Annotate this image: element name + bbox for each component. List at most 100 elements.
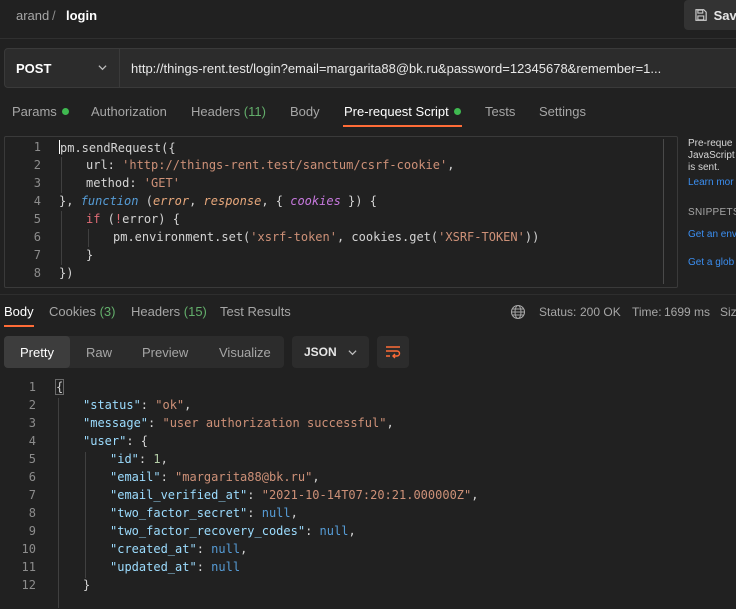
json-value: null	[261, 506, 291, 520]
status-value[interactable]: 200 OK	[580, 305, 621, 319]
time-value[interactable]: 1699 ms	[664, 305, 710, 319]
json-key: "email"	[110, 470, 161, 484]
code-token: ))	[524, 230, 540, 244]
status-dot	[453, 108, 461, 115]
tab-params-label: Params	[12, 104, 57, 119]
active-tab-indicator	[343, 125, 462, 127]
help-text: is sent.	[688, 162, 720, 173]
time-label: Time:	[632, 305, 662, 319]
wrap-lines-icon	[386, 346, 401, 359]
tab-params[interactable]: Params	[12, 104, 69, 119]
code-token: pm.sendRequest({	[60, 141, 176, 155]
code-token: if	[86, 212, 101, 226]
line-number: 2	[33, 158, 41, 172]
view-raw[interactable]: Raw	[86, 336, 112, 368]
json-key: "updated_at"	[110, 560, 197, 574]
snippet-link[interactable]: Get a glob	[688, 257, 736, 269]
line-number: 8	[28, 506, 36, 520]
json-key: "id"	[110, 452, 139, 466]
status-label: Status:	[539, 305, 577, 319]
format-select[interactable]: JSON	[292, 336, 369, 368]
code-line: pm.sendRequest({	[59, 140, 176, 155]
tab-headers-label: Headers	[191, 104, 241, 119]
method-select[interactable]: POST	[4, 48, 120, 88]
json-key: "created_at"	[110, 542, 197, 556]
wrap-lines-button[interactable]	[377, 336, 409, 368]
tab-headers-label: Headers	[131, 304, 181, 319]
tab-response-headers[interactable]: Headers (15)	[131, 304, 207, 319]
status-dot	[61, 108, 69, 115]
tab-cookies-label: Cookies	[49, 304, 96, 319]
line-number: 3	[33, 176, 41, 190]
json-value: null	[319, 524, 349, 538]
line-number: 10	[21, 542, 36, 556]
top-bar: arand / login Save	[0, 0, 736, 36]
help-text: JavaScript	[688, 150, 735, 161]
code-token: ,	[189, 194, 204, 208]
line-number: 8	[33, 266, 41, 280]
snippet-link[interactable]: Get an env	[688, 229, 736, 241]
line-number: 5	[33, 212, 41, 226]
response-body-viewer[interactable]: 1 2 3 4 5 6 7 8 9 10 11 12 { "status": "…	[0, 378, 736, 609]
code-token: }) {	[340, 194, 377, 208]
json-value: null	[211, 560, 241, 574]
json-key: "user"	[83, 434, 127, 448]
breadcrumb-request-name[interactable]: login	[66, 8, 97, 23]
line-number: 4	[33, 194, 41, 208]
tab-body[interactable]: Body	[290, 104, 320, 119]
code-token: url:	[86, 158, 123, 172]
line-number: 7	[33, 248, 41, 262]
indent-guide	[61, 211, 62, 265]
json-line: {	[54, 379, 65, 395]
url-input[interactable]: http://things-rent.test/login?email=marg…	[120, 48, 736, 88]
globe-icon[interactable]	[510, 304, 526, 320]
code-token: 'xsrf-token'	[250, 230, 337, 244]
tab-headers-count: (15)	[183, 304, 207, 319]
save-button[interactable]: Save	[684, 0, 736, 30]
code-line: }	[86, 248, 94, 262]
json-line: "id": 1,	[110, 452, 168, 466]
tab-pre-request-label: Pre-request Script	[344, 104, 449, 119]
line-number: 12	[21, 578, 36, 592]
view-pretty[interactable]: Pretty	[4, 336, 70, 368]
tab-response-cookies[interactable]: Cookies (3)	[49, 304, 115, 319]
view-visualize[interactable]: Visualize	[219, 336, 271, 368]
json-value: "user authorization successful"	[162, 416, 387, 430]
json-line: "status": "ok",	[83, 398, 192, 412]
json-key: "status"	[83, 398, 141, 412]
learn-more-link[interactable]: Learn mor	[688, 177, 736, 189]
code-token: method:	[86, 176, 144, 190]
json-line: "created_at": null,	[110, 542, 248, 556]
tab-tests[interactable]: Tests	[485, 104, 515, 119]
code-token: (	[100, 212, 115, 226]
view-mode-switcher: Pretty Raw Preview Visualize	[4, 336, 284, 368]
json-line: "user": {	[83, 434, 149, 448]
tab-headers[interactable]: Headers (11)	[191, 104, 266, 119]
code-line: })	[59, 266, 74, 280]
tab-response-body[interactable]: Body	[4, 304, 34, 319]
code-line: method: 'GET'	[86, 176, 180, 190]
json-value: "margarita88@bk.ru"	[175, 470, 313, 484]
line-number: 4	[28, 434, 36, 448]
tab-authorization[interactable]: Authorization	[91, 104, 167, 119]
line-number: 2	[28, 398, 36, 412]
pre-request-script-editor[interactable]: 1 2 3 4 5 6 7 8 pm.sendRequest({ url: 'h…	[4, 136, 678, 288]
code-line: if (!error) {	[86, 212, 180, 226]
view-preview[interactable]: Preview	[142, 336, 188, 368]
line-number: 11	[21, 560, 36, 574]
tab-settings[interactable]: Settings	[539, 104, 586, 119]
tab-test-results[interactable]: Test Results	[220, 304, 291, 319]
code-token: ,	[447, 158, 455, 172]
json-key: "message"	[83, 416, 149, 430]
editor-scrollbar[interactable]	[663, 139, 664, 284]
code-line: url: 'http://things-rent.test/sanctum/cs…	[86, 158, 454, 172]
code-token: error) {	[122, 212, 180, 226]
code-token: 'http://things-rent.test/sanctum/csrf-co…	[122, 158, 448, 172]
tab-pre-request-script[interactable]: Pre-request Script	[344, 104, 461, 119]
divider	[0, 294, 736, 295]
line-number: 5	[28, 452, 36, 466]
code-token: (	[138, 194, 153, 208]
breadcrumb-workspace[interactable]: arand	[16, 8, 49, 23]
method-value: POST	[16, 60, 52, 76]
json-value: null	[211, 542, 241, 556]
